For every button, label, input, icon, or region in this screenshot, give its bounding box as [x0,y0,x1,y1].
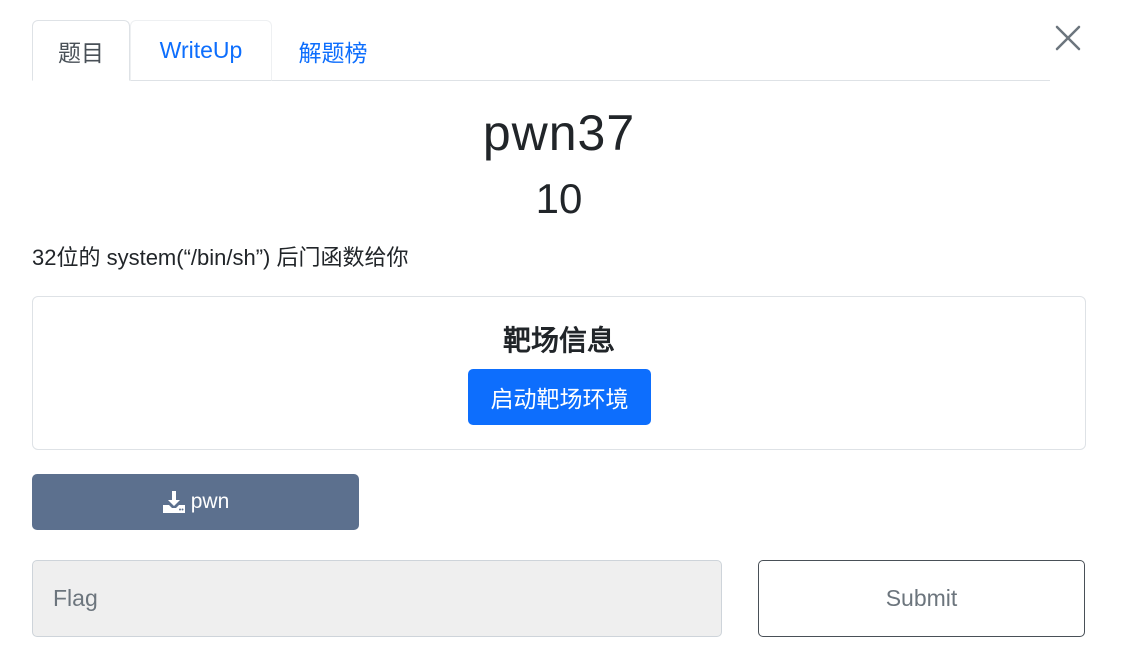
tab-solves[interactable]: 解题榜 [272,20,394,81]
download-button[interactable]: pwn [32,474,359,530]
challenge-description: 32位的 system(“/bin/sh”) 后门函数给你 [32,245,409,270]
target-info-title: 靶场信息 [502,325,615,356]
submit-label: Submit [885,585,958,611]
start-environment-label: 启动靶场环境 [490,386,629,412]
challenge-score: 10 [535,175,583,222]
flag-input[interactable] [32,560,722,637]
download-icon [162,490,186,514]
tab-bar: 题目 WriteUp 解题榜 [32,19,1050,81]
start-environment-button[interactable]: 启动靶场环境 [468,369,651,425]
tab-writeup[interactable]: WriteUp [130,20,272,81]
tab-challenge-label: 题目 [58,39,104,66]
submit-button[interactable]: Submit [758,560,1085,637]
tab-solves-label: 解题榜 [298,39,368,66]
close-button[interactable] [1050,20,1086,56]
challenge-name: pwn37 [482,105,636,161]
target-info-card: 靶场信息 启动靶场环境 [32,296,1086,450]
challenge-modal: 题目 WriteUp 解题榜 pwn37 10 32位的 system(“/bi… [0,0,1127,658]
download-label: pwn [190,490,230,513]
tab-writeup-label: WriteUp [159,37,243,63]
close-icon [1055,25,1081,51]
tab-challenge[interactable]: 题目 [32,20,130,81]
